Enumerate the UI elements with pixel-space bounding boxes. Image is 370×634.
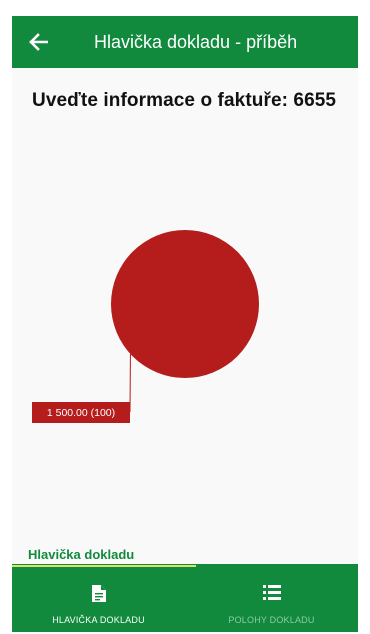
section-tab-indicator [12,565,196,567]
app-screen: Hlavička dokladu - příběh Uveďte informa… [12,16,358,632]
arrow-left-icon [29,33,48,51]
section-tab-label[interactable]: Hlavička dokladu [28,547,134,562]
pie-slice[interactable] [111,230,259,378]
invoice-heading: Uveďte informace o faktuře: 6655 [32,90,337,111]
nav-label-invoice-lines: POLOHY DOKLADU [228,615,315,625]
pie-data-label: 1 500.00 (100) [32,402,130,423]
bottom-navigation: HLAVIČKA DOKLADU POLOHY DOKLADU [12,564,358,632]
app-bar: Hlavička dokladu - příběh [12,16,358,68]
nav-label-invoice-header: HLAVIČKA DOKLADU [52,615,145,625]
pie-label-text: 1 500.00 (100) [47,407,115,419]
pie-chart: 1 500.00 (100) [12,216,358,476]
back-button[interactable] [22,26,54,58]
nav-item-invoice-lines[interactable]: POLOHY DOKLADU [185,564,358,632]
nav-item-invoice-header[interactable]: HLAVIČKA DOKLADU [12,564,185,632]
page-title: Hlavička dokladu - příběh [94,32,298,52]
document-icon [91,585,106,602]
list-icon [262,585,281,600]
